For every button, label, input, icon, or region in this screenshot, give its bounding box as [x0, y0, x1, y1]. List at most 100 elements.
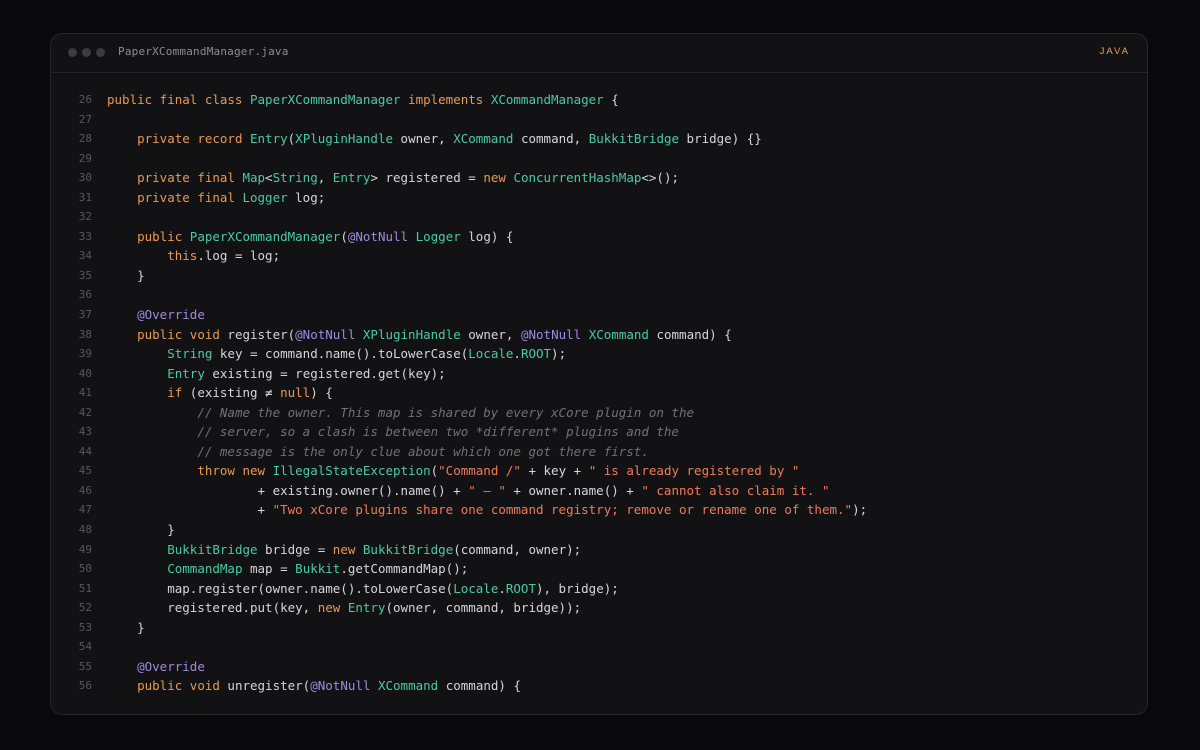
- code-line: 35 }: [51, 266, 1147, 286]
- type-token: Bukkit: [295, 561, 341, 577]
- type-token: ROOT: [520, 346, 552, 362]
- line-code: private final Map<String, Entry> registe…: [107, 168, 679, 188]
- line-number: 52: [78, 601, 92, 615]
- code-token: .: [498, 580, 506, 596]
- type-token: XCommand: [377, 678, 439, 694]
- code-token: map.register(owner.name().toLowerCase(: [107, 580, 454, 596]
- type-token: ROOT: [505, 580, 536, 596]
- code-line: 41 if (existing ≠ null) {: [51, 383, 1147, 403]
- code-line: 49 BukkitBridge bridge = new BukkitBridg…: [51, 540, 1147, 560]
- keyword-token: null: [280, 385, 311, 401]
- line-code: Entry existing = registered.get(key);: [107, 364, 446, 384]
- keyword-token: public void: [137, 678, 228, 694]
- type-token: PaperXCommandManager: [189, 228, 341, 244]
- type-token: XCommandManager: [490, 92, 604, 107]
- code-line: 42 // Name the owner. This map is shared…: [51, 403, 1147, 423]
- code-line: 31 private final Logger log;: [51, 188, 1147, 208]
- code-line: 26 public final class PaperXCommandManage…: [51, 90, 1147, 110]
- keyword-token: this: [167, 248, 198, 264]
- line-number: 50: [78, 562, 92, 576]
- maximize-dot-icon[interactable]: [96, 48, 105, 57]
- keyword-token: public: [137, 228, 190, 244]
- code-token: .: [513, 346, 521, 362]
- code-editor[interactable]: 26 public final class PaperXCommandManage…: [51, 90, 1147, 696]
- annotation-token: @Override: [137, 658, 205, 674]
- line-code: // message is the only clue about which …: [107, 442, 649, 462]
- line-code: public PaperXCommandManager(@NotNull Log…: [107, 227, 513, 247]
- code-line: 51 map.register(owner.name().toLowerCase…: [51, 579, 1147, 599]
- code-token: owner,: [460, 326, 521, 342]
- code-token: +: [107, 502, 273, 518]
- line-number: 42: [78, 405, 92, 419]
- line-number: 36: [78, 288, 92, 302]
- line-number: 45: [78, 464, 92, 478]
- line-code: }: [107, 618, 145, 638]
- code-line: 39 String key = command.name().toLowerCa…: [51, 344, 1147, 364]
- keyword-token: if: [167, 385, 190, 401]
- string-token: "Command /": [438, 463, 521, 479]
- line-number: 46: [78, 483, 92, 497]
- code-token: existing = registered.get(key);: [204, 365, 446, 381]
- line-code: public void unregister(@NotNull XCommand…: [107, 676, 521, 696]
- code-line: 54: [51, 637, 1147, 657]
- line-number: 44: [78, 444, 92, 458]
- code-token: log;: [287, 189, 326, 205]
- type-token: Entry: [167, 365, 205, 381]
- line-number: 39: [78, 347, 92, 361]
- minimize-dot-icon[interactable]: [82, 48, 91, 57]
- code-token: register(: [227, 326, 296, 342]
- line-code: if (existing ≠ null) {: [107, 383, 333, 403]
- line-number: 27: [78, 112, 92, 126]
- line-code: @Override: [107, 657, 205, 677]
- type-token: BukkitBridge: [362, 541, 454, 557]
- comment-token: // server, so a clash is between two *di…: [197, 424, 679, 440]
- code-token: (: [340, 228, 348, 244]
- line-code: map.register(owner.name().toLowerCase(Lo…: [107, 579, 619, 599]
- keyword-token: private final: [137, 189, 243, 205]
- file-name: PaperXCommandManager.java: [118, 45, 289, 58]
- line-code: public void register(@NotNull XPluginHan…: [107, 325, 732, 345]
- language-badge: JAVA: [1099, 46, 1130, 57]
- code-token: );: [551, 346, 567, 362]
- keyword-token: new: [483, 170, 514, 186]
- code-token: command) {: [438, 678, 521, 694]
- code-token: <: [265, 170, 273, 186]
- keyword-token: new: [317, 600, 348, 616]
- code-token: }: [107, 522, 175, 538]
- comment-token: // message is the only clue about which …: [197, 443, 649, 459]
- line-code: public final class PaperXCommandManager …: [107, 90, 619, 110]
- keyword-token: new: [332, 541, 363, 557]
- type-token: XPluginHandle: [295, 131, 394, 147]
- code-token: }: [107, 619, 145, 635]
- code-line: 33 public PaperXCommandManager(@NotNull …: [51, 227, 1147, 247]
- line-number: 32: [78, 210, 92, 224]
- line-code: private record Entry(XPluginHandle owner…: [107, 129, 762, 149]
- line-number: 31: [78, 190, 92, 204]
- code-token: owner,: [393, 131, 454, 147]
- line-number: 35: [78, 268, 92, 282]
- close-dot-icon[interactable]: [68, 48, 77, 57]
- type-token: Logger: [242, 189, 288, 205]
- line-code: throw new IllegalStateException("Command…: [107, 461, 799, 481]
- line-code: // Name the owner. This map is shared by…: [107, 403, 694, 423]
- type-token: BukkitBridge: [167, 541, 258, 557]
- code-token: command,: [513, 131, 589, 147]
- line-code: registered.put(key, new Entry(owner, com…: [107, 598, 581, 618]
- annotation-token: @NotNull: [295, 326, 356, 342]
- line-code: // server, so a clash is between two *di…: [107, 422, 679, 442]
- code-line: 38 public void register(@NotNull XPlugin…: [51, 325, 1147, 345]
- string-token: " is already registered by ": [588, 463, 800, 479]
